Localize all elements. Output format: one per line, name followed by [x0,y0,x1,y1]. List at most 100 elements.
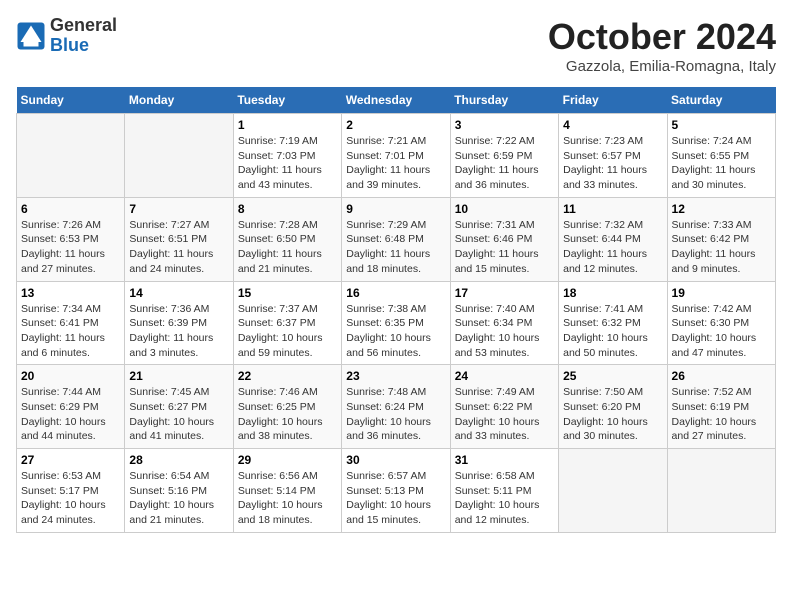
calendar-cell: 8Sunrise: 7:28 AM Sunset: 6:50 PM Daylig… [233,197,341,281]
day-info: Sunrise: 7:46 AM Sunset: 6:25 PM Dayligh… [238,385,337,444]
calendar-table: SundayMondayTuesdayWednesdayThursdayFrid… [16,87,776,533]
day-number: 9 [346,202,445,216]
day-info: Sunrise: 7:26 AM Sunset: 6:53 PM Dayligh… [21,218,120,277]
logo-general: General [50,16,117,36]
calendar-cell: 24 Sunrise: 7:49 AM Sunset: 6:22 PM Dayli… [450,365,558,449]
day-info: Sunrise: 7:27 AM Sunset: 6:51 PM Dayligh… [129,218,228,277]
day-number: 15 [238,286,337,300]
day-info: Sunrise: 7:49 AM Sunset: 6:22 PM Dayligh… [455,385,554,444]
title-block: October 2024 Gazzola, Emilia-Romagna, It… [548,16,776,75]
day-number: 31 [455,453,554,467]
calendar-cell: 5Sunrise: 7:24 AM Sunset: 6:55 PM Daylig… [667,114,775,198]
day-number: 21 [129,369,228,383]
logo-text: General Blue [50,16,117,56]
day-of-week-header: Friday [559,87,667,114]
day-info: Sunrise: 7:48 AM Sunset: 6:24 PM Dayligh… [346,385,445,444]
day-info: Sunrise: 7:22 AM Sunset: 6:59 PM Dayligh… [455,134,554,193]
calendar-cell: 2Sunrise: 7:21 AM Sunset: 7:01 PM Daylig… [342,114,450,198]
day-number: 17 [455,286,554,300]
day-number: 18 [563,286,662,300]
day-info: Sunrise: 7:50 AM Sunset: 6:20 PM Dayligh… [563,385,662,444]
calendar-cell: 27 Sunrise: 6:53 AM Sunset: 5:17 PM Dayli… [17,449,125,533]
day-info: Sunrise: 6:54 AM Sunset: 5:16 PM Dayligh… [129,469,228,528]
calendar-week-row: 20 Sunrise: 7:44 AM Sunset: 6:29 PM Dayli… [17,365,776,449]
day-info: Sunrise: 7:38 AM Sunset: 6:35 PM Dayligh… [346,302,445,361]
day-info: Sunrise: 7:34 AM Sunset: 6:41 PM Dayligh… [21,302,120,361]
day-of-week-header: Sunday [17,87,125,114]
calendar-cell [667,449,775,533]
calendar-cell: 13 Sunrise: 7:34 AM Sunset: 6:41 PM Dayli… [17,281,125,365]
day-number: 8 [238,202,337,216]
calendar-cell: 14Sunrise: 7:36 AM Sunset: 6:39 PM Dayli… [125,281,233,365]
calendar-cell: 6 Sunrise: 7:26 AM Sunset: 6:53 PM Daylig… [17,197,125,281]
calendar-cell: 18 Sunrise: 7:41 AM Sunset: 6:32 PM Dayli… [559,281,667,365]
day-of-week-header: Thursday [450,87,558,114]
month-title: October 2024 [548,16,776,58]
calendar-cell: 22 Sunrise: 7:46 AM Sunset: 6:25 PM Dayli… [233,365,341,449]
location: Gazzola, Emilia-Romagna, Italy [548,58,776,75]
day-number: 7 [129,202,228,216]
day-of-week-header: Monday [125,87,233,114]
day-number: 1 [238,118,337,132]
day-info: Sunrise: 7:40 AM Sunset: 6:34 PM Dayligh… [455,302,554,361]
calendar-cell: 4 Sunrise: 7:23 AM Sunset: 6:57 PM Daylig… [559,114,667,198]
calendar-cell: 3Sunrise: 7:22 AM Sunset: 6:59 PM Daylig… [450,114,558,198]
day-info: Sunrise: 6:58 AM Sunset: 5:11 PM Dayligh… [455,469,554,528]
calendar-week-row: 27 Sunrise: 6:53 AM Sunset: 5:17 PM Dayli… [17,449,776,533]
day-number: 23 [346,369,445,383]
page-header: General Blue October 2024 Gazzola, Emili… [16,16,776,75]
day-number: 11 [563,202,662,216]
day-number: 2 [346,118,445,132]
calendar-cell: 15Sunrise: 7:37 AM Sunset: 6:37 PM Dayli… [233,281,341,365]
day-info: Sunrise: 7:41 AM Sunset: 6:32 PM Dayligh… [563,302,662,361]
day-info: Sunrise: 7:45 AM Sunset: 6:27 PM Dayligh… [129,385,228,444]
day-info: Sunrise: 7:44 AM Sunset: 6:29 PM Dayligh… [21,385,120,444]
day-info: Sunrise: 7:33 AM Sunset: 6:42 PM Dayligh… [672,218,771,277]
calendar-cell: 20 Sunrise: 7:44 AM Sunset: 6:29 PM Dayli… [17,365,125,449]
calendar-cell: 31 Sunrise: 6:58 AM Sunset: 5:11 PM Dayli… [450,449,558,533]
day-info: Sunrise: 7:36 AM Sunset: 6:39 PM Dayligh… [129,302,228,361]
day-number: 25 [563,369,662,383]
calendar-week-row: 6 Sunrise: 7:26 AM Sunset: 6:53 PM Daylig… [17,197,776,281]
day-info: Sunrise: 6:57 AM Sunset: 5:13 PM Dayligh… [346,469,445,528]
logo-blue: Blue [50,36,117,56]
day-number: 30 [346,453,445,467]
calendar-cell: 19 Sunrise: 7:42 AM Sunset: 6:30 PM Dayli… [667,281,775,365]
day-number: 24 [455,369,554,383]
calendar-cell: 16Sunrise: 7:38 AM Sunset: 6:35 PM Dayli… [342,281,450,365]
calendar-cell: 28 Sunrise: 6:54 AM Sunset: 5:16 PM Dayli… [125,449,233,533]
day-number: 10 [455,202,554,216]
day-info: Sunrise: 7:19 AM Sunset: 7:03 PM Dayligh… [238,134,337,193]
day-of-week-header: Saturday [667,87,775,114]
calendar-cell [559,449,667,533]
calendar-cell: 21 Sunrise: 7:45 AM Sunset: 6:27 PM Dayli… [125,365,233,449]
logo-icon [16,21,46,51]
day-info: Sunrise: 7:42 AM Sunset: 6:30 PM Dayligh… [672,302,771,361]
day-info: Sunrise: 7:52 AM Sunset: 6:19 PM Dayligh… [672,385,771,444]
day-number: 19 [672,286,771,300]
day-number: 4 [563,118,662,132]
day-info: Sunrise: 6:53 AM Sunset: 5:17 PM Dayligh… [21,469,120,528]
calendar-cell [17,114,125,198]
day-number: 6 [21,202,120,216]
day-of-week-header: Tuesday [233,87,341,114]
calendar-cell: 12Sunrise: 7:33 AM Sunset: 6:42 PM Dayli… [667,197,775,281]
day-number: 27 [21,453,120,467]
calendar-cell: 25 Sunrise: 7:50 AM Sunset: 6:20 PM Dayli… [559,365,667,449]
calendar-cell [125,114,233,198]
calendar-cell: 11Sunrise: 7:32 AM Sunset: 6:44 PM Dayli… [559,197,667,281]
calendar-cell: 9Sunrise: 7:29 AM Sunset: 6:48 PM Daylig… [342,197,450,281]
day-info: Sunrise: 7:23 AM Sunset: 6:57 PM Dayligh… [563,134,662,193]
day-number: 5 [672,118,771,132]
calendar-cell: 30 Sunrise: 6:57 AM Sunset: 5:13 PM Dayli… [342,449,450,533]
day-number: 29 [238,453,337,467]
day-number: 13 [21,286,120,300]
day-number: 22 [238,369,337,383]
calendar-cell: 26 Sunrise: 7:52 AM Sunset: 6:19 PM Dayli… [667,365,775,449]
day-number: 26 [672,369,771,383]
day-number: 20 [21,369,120,383]
day-info: Sunrise: 7:31 AM Sunset: 6:46 PM Dayligh… [455,218,554,277]
calendar-cell: 17 Sunrise: 7:40 AM Sunset: 6:34 PM Dayli… [450,281,558,365]
day-number: 28 [129,453,228,467]
calendar-cell: 23 Sunrise: 7:48 AM Sunset: 6:24 PM Dayli… [342,365,450,449]
